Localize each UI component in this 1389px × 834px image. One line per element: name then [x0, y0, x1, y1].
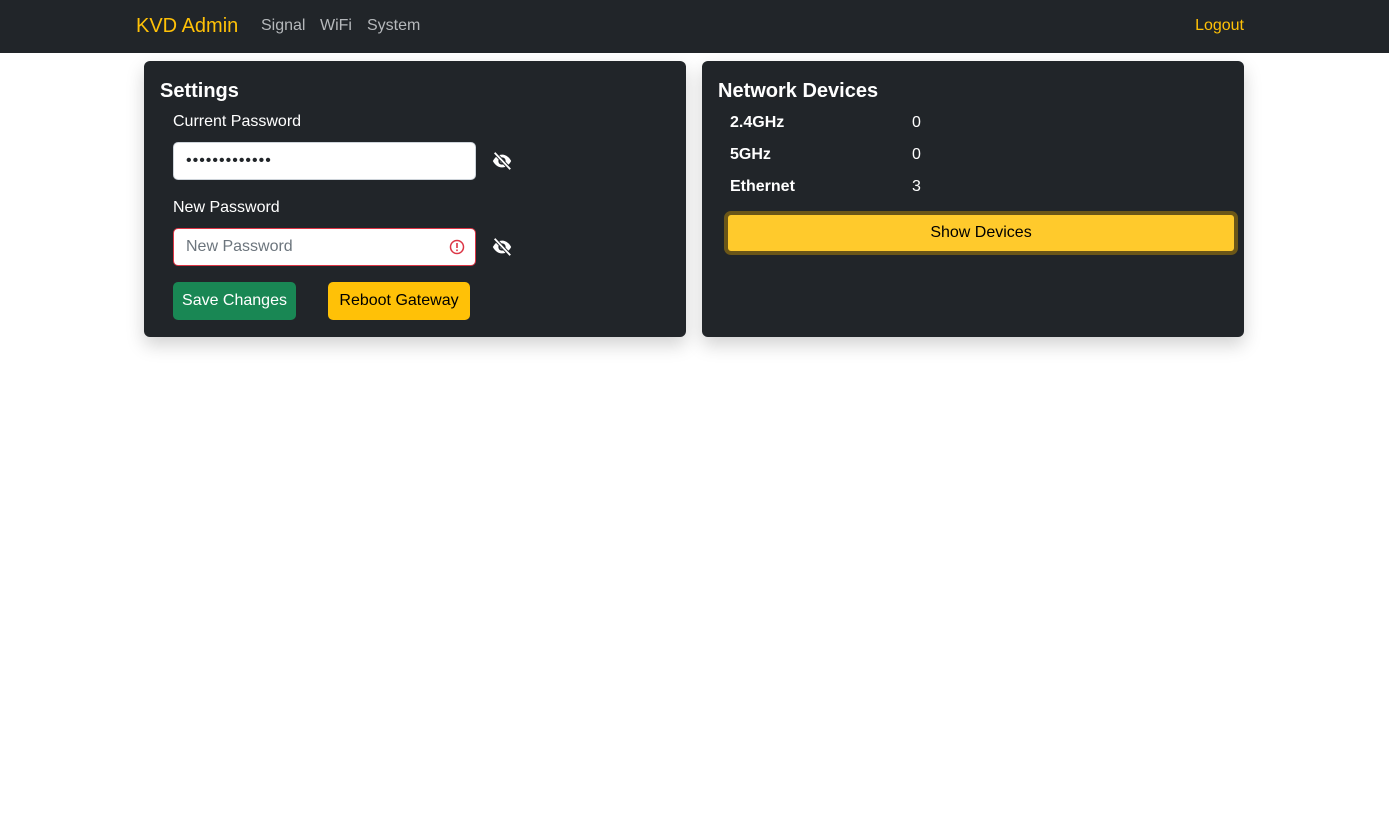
device-count: 0: [912, 114, 921, 131]
device-type-label: 5GHz: [730, 146, 771, 163]
settings-title: Settings: [160, 80, 239, 102]
network-devices-title: Network Devices: [718, 80, 879, 102]
logout-link[interactable]: Logout: [1195, 15, 1244, 37]
device-row-2-4ghz: 2.4GHz 0: [730, 112, 1130, 134]
save-changes-button[interactable]: Save Changes: [173, 282, 296, 320]
nav-link-wifi[interactable]: WiFi: [320, 15, 352, 37]
current-password-input[interactable]: •••••••••••••: [173, 142, 476, 180]
device-row-ethernet: Ethernet 3: [730, 176, 1130, 198]
device-type-label: 2.4GHz: [730, 114, 785, 131]
device-count: 3: [912, 178, 921, 195]
device-count: 0: [912, 146, 921, 163]
device-row-5ghz: 5GHz 0: [730, 144, 1130, 166]
nav-link-system[interactable]: System: [367, 15, 420, 37]
new-password-input[interactable]: [173, 228, 476, 266]
settings-card: Settings Current Password ••••••••••••• …: [144, 61, 686, 337]
show-devices-button[interactable]: Show Devices: [724, 211, 1238, 255]
eye-slash-icon[interactable]: [491, 236, 513, 258]
network-devices-card: Network Devices 2.4GHz 0 5GHz 0 Ethernet…: [702, 61, 1244, 337]
new-password-label: New Password: [173, 199, 280, 216]
device-type-label: Ethernet: [730, 178, 795, 195]
top-navbar: KVD Admin Signal WiFi System Logout: [0, 0, 1389, 53]
current-password-label: Current Password: [173, 113, 302, 130]
exclamation-circle-icon: [449, 239, 465, 255]
nav-link-signal[interactable]: Signal: [261, 15, 305, 37]
brand-link[interactable]: KVD Admin: [136, 13, 238, 39]
reboot-gateway-button[interactable]: Reboot Gateway: [328, 282, 470, 320]
eye-slash-icon[interactable]: [491, 150, 513, 172]
